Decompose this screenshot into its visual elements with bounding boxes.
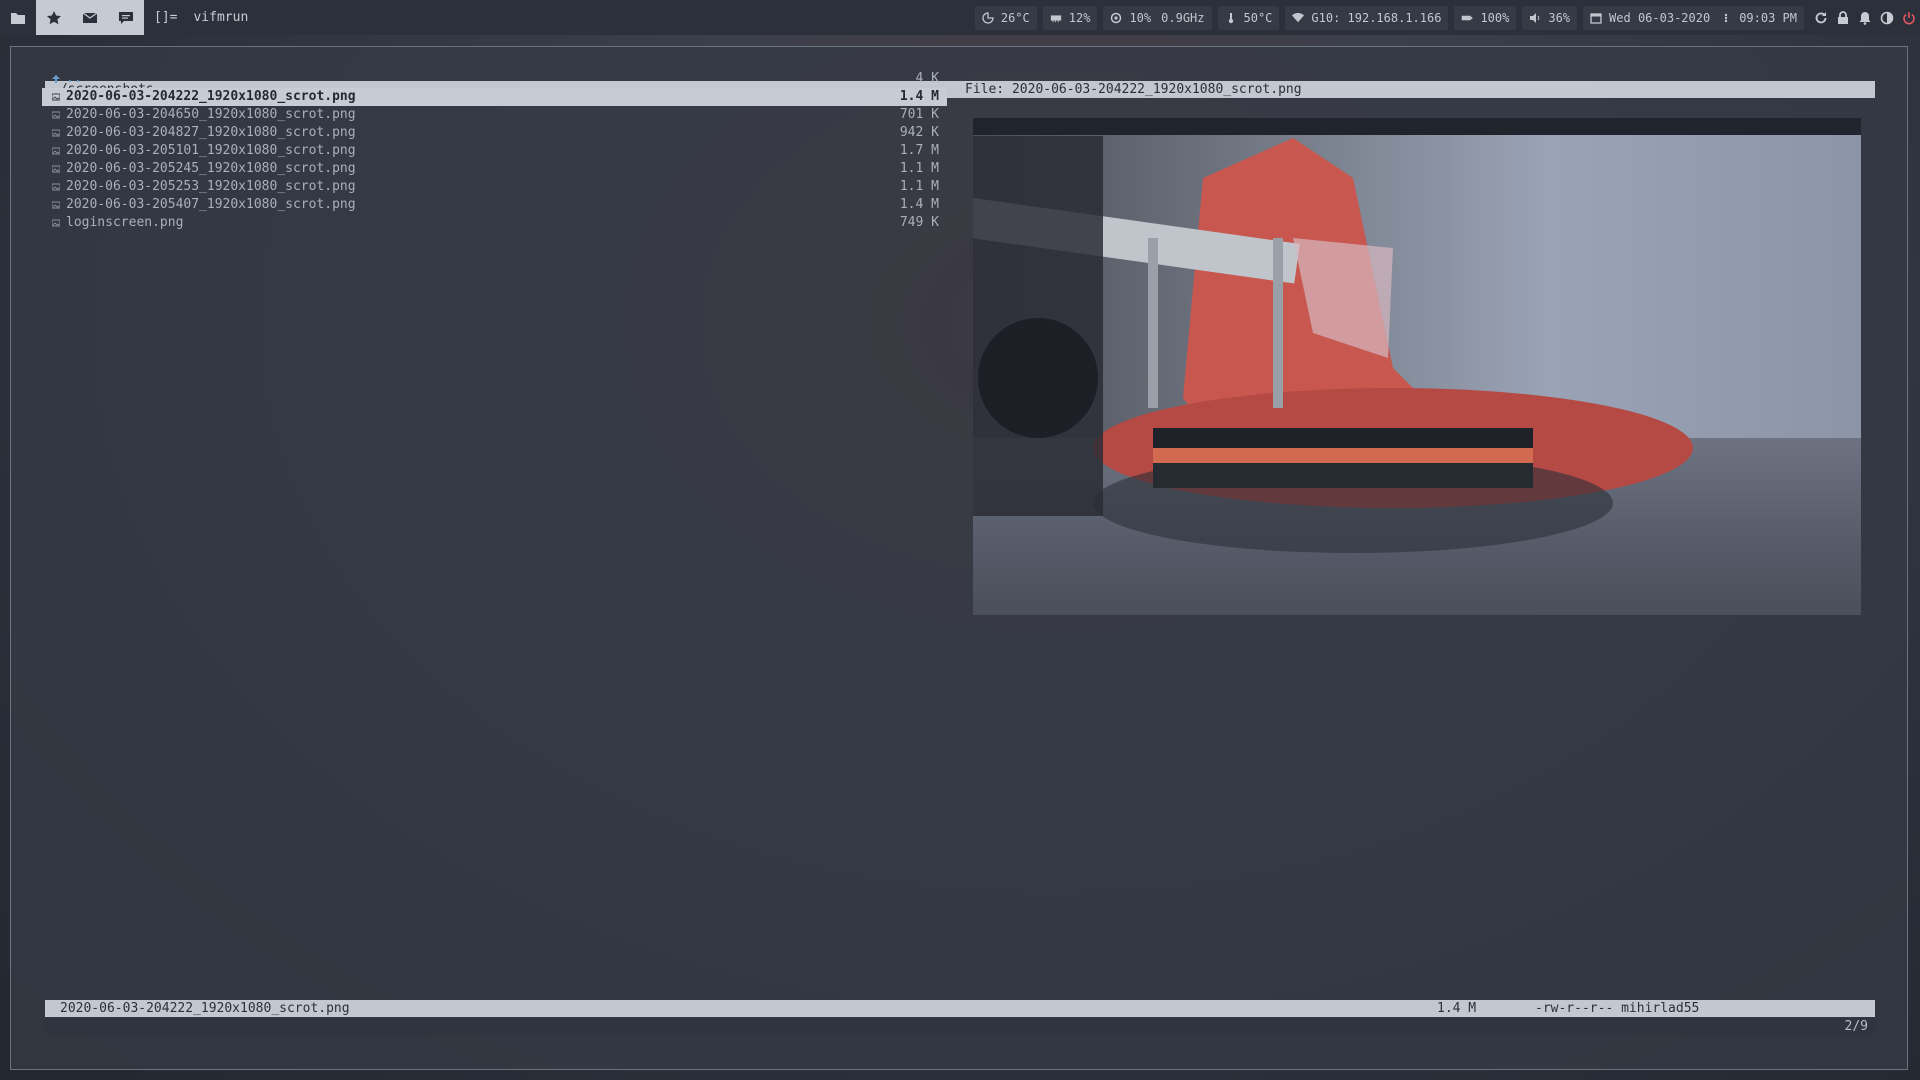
file-name: 2020-06-03-204827_1920x1080_scrot.png — [66, 125, 356, 140]
vifm-status-line: 2020-06-03-204222_1920x1080_scrot.png 1.… — [45, 1000, 1875, 1017]
file-name: 2020-06-03-205101_1920x1080_scrot.png — [66, 143, 356, 158]
file-size: 1.1 M — [899, 161, 939, 176]
weather-module: 26°C — [974, 5, 1037, 30]
preview-robot-image — [973, 136, 1693, 553]
chat-icon — [119, 11, 133, 24]
refresh-button[interactable] — [1810, 0, 1832, 35]
wifi-icon — [1292, 12, 1305, 24]
battery-value: 100% — [1480, 10, 1510, 25]
file-row[interactable]: 2020-06-03-205407_1920x1080_scrot.png 1.4… — [42, 196, 947, 214]
temperature-module: 50°C — [1217, 5, 1280, 30]
file-name: 2020-06-03-205407_1920x1080_scrot.png — [66, 197, 356, 212]
file-row[interactable]: 2020-06-03-204650_1920x1080_scrot.png 701… — [42, 106, 947, 124]
image-file-icon — [50, 178, 62, 196]
image-file-icon — [50, 214, 62, 232]
volume-module[interactable]: 36% — [1522, 5, 1578, 30]
tag-star[interactable] — [36, 0, 72, 35]
file-row[interactable]: 2020-06-03-205253_1920x1080_scrot.png 1.1… — [42, 178, 947, 196]
image-preview — [973, 118, 1861, 615]
file-size: 701 K — [899, 107, 939, 122]
image-file-icon — [50, 160, 62, 178]
tag-folder[interactable] — [0, 0, 36, 35]
power-button[interactable] — [1898, 0, 1920, 35]
file-size: 1.4 M — [899, 197, 939, 212]
file-size: 942 K — [899, 125, 939, 140]
time-value: 09:03 PM — [1739, 10, 1797, 25]
image-file-icon — [50, 124, 62, 142]
clock-separator-icon — [1720, 12, 1732, 24]
layout-indicator[interactable]: []= — [154, 10, 177, 25]
parent-dir-row[interactable]: .. 4 K — [42, 70, 947, 88]
file-name: .. — [66, 71, 82, 86]
star-icon — [47, 10, 61, 24]
position-indicator: 2/9 — [1844, 1019, 1868, 1034]
memory-module: 12% — [1042, 5, 1098, 30]
contrast-icon — [1880, 11, 1894, 24]
status-filename: 2020-06-03-204222_1920x1080_scrot.png — [60, 1001, 350, 1016]
image-file-icon — [50, 196, 62, 214]
top-bar: []= vifmrun 26°C 12% 10% 0.9GHz 50°C G10… — [0, 0, 1920, 35]
refresh-icon — [1815, 11, 1827, 23]
power-icon — [1903, 11, 1915, 24]
file-row[interactable]: 2020-06-03-205101_1920x1080_scrot.png 1.7… — [42, 142, 947, 160]
datetime-module: Wed 06-03-2020 09:03 PM — [1583, 5, 1804, 30]
lock-button[interactable] — [1832, 0, 1854, 35]
file-name: loginscreen.png — [66, 215, 184, 230]
cpu-module: 10% 0.9GHz — [1103, 5, 1212, 30]
tag-chat[interactable] — [108, 0, 144, 35]
folder-icon — [11, 12, 25, 24]
file-size: 1.4 M — [899, 89, 939, 104]
weather-value: 26°C — [1000, 10, 1030, 25]
battery-icon — [1461, 12, 1473, 24]
lock-icon — [1838, 10, 1848, 24]
file-row[interactable]: 2020-06-03-204827_1920x1080_scrot.png 942… — [42, 124, 947, 142]
weather-icon — [982, 11, 994, 24]
file-size: 749 K — [899, 215, 939, 230]
battery-module: 100% — [1454, 5, 1517, 30]
temperature-value: 50°C — [1243, 10, 1273, 25]
theme-toggle-button[interactable] — [1876, 0, 1898, 35]
cpu-icon — [1110, 12, 1122, 24]
image-file-icon — [50, 142, 62, 160]
volume-value: 36% — [1548, 10, 1571, 25]
image-file-icon — [50, 88, 62, 106]
status-permissions: -rw-r--r-- mihirlad55 — [1535, 1001, 1700, 1016]
calendar-icon — [1590, 12, 1602, 24]
file-size: 4 K — [915, 71, 939, 86]
command-line[interactable]: 2/9 — [45, 1018, 1875, 1035]
wifi-module: G10: 192.168.1.166 — [1285, 5, 1449, 30]
file-list[interactable]: .. 4 K 2020-06-03-204222_1920x1080_scrot.p… — [42, 70, 947, 232]
up-arrow-icon — [50, 70, 62, 88]
memory-value: 12% — [1068, 10, 1091, 25]
memory-icon — [1050, 12, 1062, 24]
mail-icon — [82, 11, 98, 23]
bell-icon — [1859, 11, 1871, 25]
image-file-icon — [50, 106, 62, 124]
wifi-value: G10: 192.168.1.166 — [1311, 10, 1442, 25]
date-value: Wed 06-03-2020 — [1609, 10, 1711, 25]
cpu-usage-value: 10% — [1129, 10, 1152, 25]
file-name: 2020-06-03-205253_1920x1080_scrot.png — [66, 179, 356, 194]
cpu-freq-value: 0.9GHz — [1161, 10, 1205, 25]
speaker-icon — [1529, 12, 1541, 24]
status-filesize: 1.4 M — [1437, 1001, 1477, 1016]
file-row[interactable]: loginscreen.png 749 K — [42, 214, 947, 232]
tag-mail[interactable] — [72, 0, 108, 35]
file-name: 2020-06-03-205245_1920x1080_scrot.png — [66, 161, 356, 176]
preview-title: File: 2020-06-03-204222_1920x1080_scrot.… — [965, 82, 1302, 97]
notification-button[interactable] — [1854, 0, 1876, 35]
file-size: 1.1 M — [899, 179, 939, 194]
file-row[interactable]: 2020-06-03-204222_1920x1080_scrot.png 1.4… — [42, 88, 947, 106]
window-title: vifmrun — [193, 10, 249, 25]
file-name: 2020-06-03-204650_1920x1080_scrot.png — [66, 107, 356, 122]
file-size: 1.7 M — [899, 143, 939, 158]
file-name: 2020-06-03-204222_1920x1080_scrot.png — [66, 89, 356, 104]
status-area: 26°C 12% 10% 0.9GHz 50°C G10: 192.168.1.… — [974, 0, 1920, 35]
thermometer-icon — [1225, 12, 1237, 24]
file-row[interactable]: 2020-06-03-205245_1920x1080_scrot.png 1.1… — [42, 160, 947, 178]
